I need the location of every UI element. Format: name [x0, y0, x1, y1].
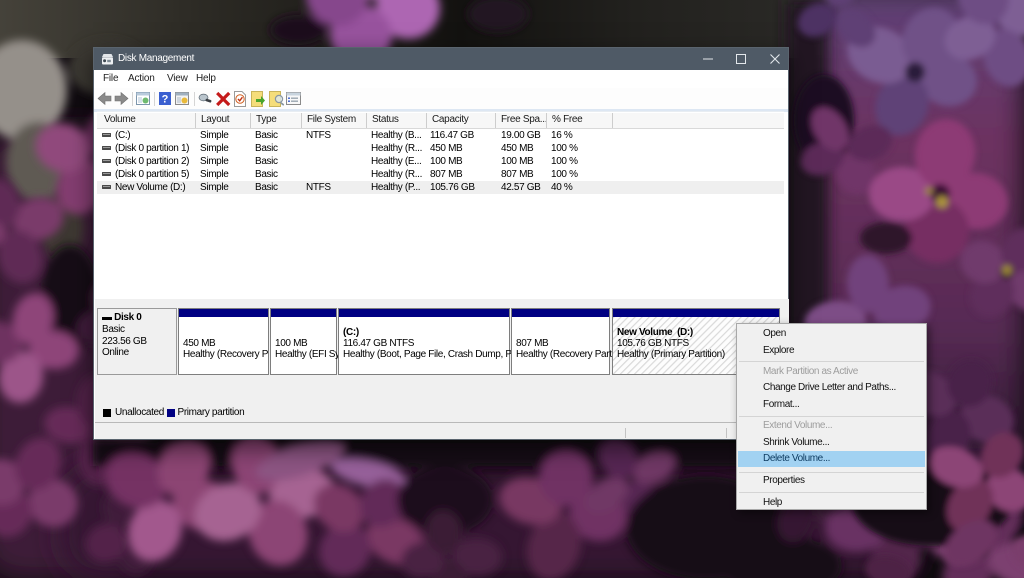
svg-text:?: ?: [162, 94, 169, 106]
